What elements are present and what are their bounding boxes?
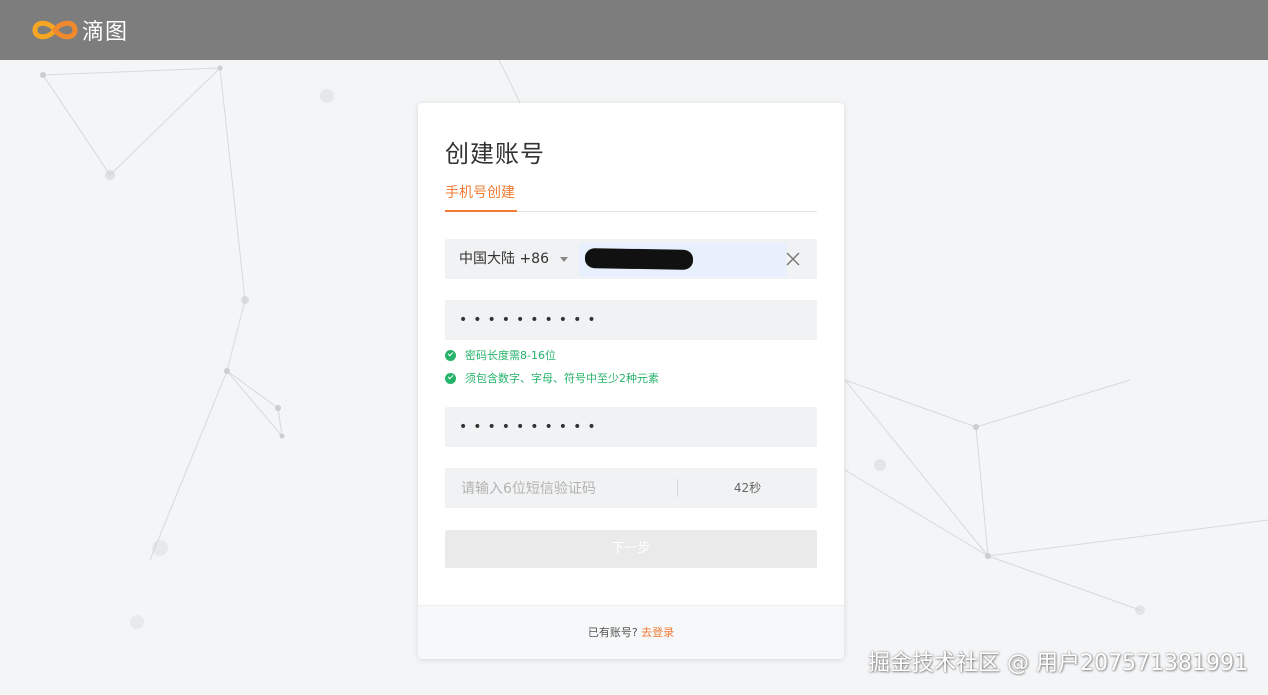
password-input[interactable]: ••••••••••: [445, 300, 817, 340]
confirm-password-input[interactable]: ••••••••••: [445, 407, 817, 447]
brand-name: 滴图: [82, 20, 129, 45]
go-login-link[interactable]: 去登录: [641, 626, 674, 639]
phone-field-group: 中国大陆 +86: [445, 239, 817, 279]
create-account-card: 创建账号 手机号创建 中国大陆 +86 •••••••••• 密码长度需8-16…: [418, 103, 844, 659]
sms-code-input[interactable]: [459, 468, 663, 510]
password-rule-text: 须包含数字、字母、符号中至少2种元素: [465, 372, 659, 385]
have-account-prompt: 已有账号?: [587, 626, 638, 639]
check-circle-icon: [445, 372, 456, 384]
tab-phone-create[interactable]: 手机号创建: [445, 182, 515, 202]
top-header-bar: 滴图: [0, 0, 1268, 60]
sms-code-field-group: 42秒: [445, 468, 817, 510]
watermark: 掘金技术社区 @ 用户207571381991: [868, 651, 1248, 676]
infinity-logo-icon: [32, 20, 78, 40]
country-code-select[interactable]: 中国大陆 +86: [459, 239, 549, 279]
brand-logo[interactable]: 滴图: [30, 15, 128, 45]
next-step-button[interactable]: 下一步: [445, 530, 817, 568]
password-rule-length: 密码长度需8-16位: [445, 348, 556, 362]
password-masked-value: ••••••••••: [459, 312, 602, 328]
check-circle-icon: [445, 349, 456, 361]
password-rule-text: 密码长度需8-16位: [465, 349, 556, 362]
page-title: 创建账号: [445, 140, 545, 168]
password-rule-complexity: 须包含数字、字母、符号中至少2种元素: [445, 371, 659, 385]
close-icon[interactable]: [785, 251, 801, 267]
sms-countdown: 42秒: [733, 481, 762, 495]
confirm-password-masked-value: ••••••••••: [459, 419, 602, 435]
caret-down-icon[interactable]: [560, 257, 568, 262]
active-tab-indicator: [445, 210, 517, 212]
card-footer: 已有账号? 去登录: [418, 605, 844, 659]
redaction-mark: [584, 248, 694, 270]
